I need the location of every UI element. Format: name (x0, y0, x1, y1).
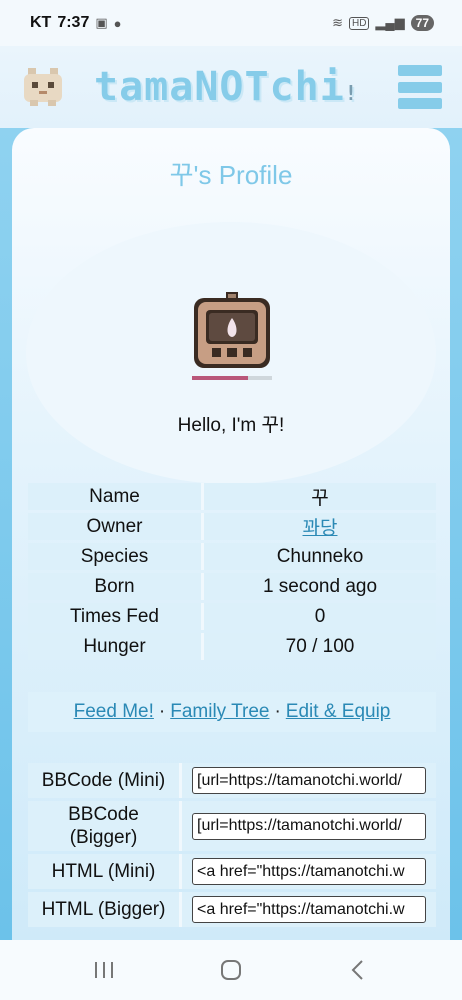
home-button[interactable] (211, 950, 251, 990)
info-row-born: Born 1 second ago (28, 573, 436, 600)
hd-network-label: HD (348, 16, 370, 30)
menu-bar-icon (398, 98, 442, 109)
site-header: tamaNOTchi! (0, 46, 462, 128)
info-value: 꽈당 (204, 513, 436, 540)
code-cell (182, 801, 436, 851)
wifi-icon: ≋ (332, 15, 343, 30)
logo-text: tamaNOTchi (94, 64, 345, 110)
chat-bubble-icon: ● (113, 15, 122, 31)
info-value: 1 second ago (204, 573, 436, 600)
code-row: BBCode (Bigger) (28, 801, 436, 851)
carrier-label: KT (30, 14, 52, 31)
info-value: Chunneko (204, 543, 436, 570)
code-cell (182, 763, 436, 798)
info-label: Owner (28, 513, 204, 540)
info-row-owner: Owner 꽈당 (28, 513, 436, 540)
code-row: HTML (Bigger) (28, 892, 436, 927)
back-button[interactable] (338, 950, 378, 990)
logo-suffix: ! (344, 81, 358, 105)
page-title: 꾸's Profile (169, 160, 293, 190)
info-label: Species (28, 543, 204, 570)
info-row-species: Species Chunneko (28, 543, 436, 570)
embed-codes-table: BBCode (Mini)BBCode (Bigger)HTML (Mini)H… (28, 760, 436, 930)
menu-bar-icon (398, 81, 442, 93)
battery-indicator: 77 (410, 15, 434, 31)
code-row: HTML (Mini) (28, 854, 436, 889)
code-field[interactable] (192, 812, 426, 840)
pet-actions-bar: Feed Me! · Family Tree · Edit & Equip (28, 692, 436, 732)
info-value: 꾸 (204, 483, 436, 510)
code-label: HTML (Mini) (28, 854, 182, 889)
signal-icon: ▂▄▆ (375, 15, 405, 30)
separator: · (158, 701, 166, 722)
separator: · (274, 701, 281, 722)
code-cell (182, 892, 436, 927)
info-value: 70 / 100 (204, 633, 436, 660)
code-field[interactable] (192, 767, 426, 794)
code-label: BBCode (Mini) (28, 763, 182, 798)
menu-button[interactable] (398, 65, 442, 109)
code-cell (182, 854, 436, 889)
code-row: BBCode (Mini) (28, 763, 436, 798)
menu-bar-icon (398, 65, 442, 76)
owner-link[interactable]: 꽈당 (303, 518, 338, 539)
back-icon (351, 960, 364, 980)
recent-apps-button[interactable] (84, 950, 124, 990)
info-row-name: Name 꾸 (28, 483, 436, 510)
code-label: HTML (Bigger) (28, 892, 182, 927)
home-icon (220, 960, 241, 980)
feed-me-link[interactable]: Feed Me! (74, 701, 154, 723)
info-label: Times Fed (28, 603, 204, 630)
status-bar: KT 7:37 ▣ ● ≋ HD ▂▄▆ 77 (0, 0, 462, 46)
pet-info-table: Name 꾸 Owner 꽈당 Species Chunneko Born 1 second … (28, 480, 436, 663)
code-field[interactable] (192, 858, 426, 885)
recent-apps-icon (94, 962, 113, 978)
info-value: 0 (204, 603, 436, 630)
status-time: 7:37 (57, 14, 90, 31)
code-field[interactable] (192, 896, 426, 923)
edit-equip-link[interactable]: Edit & Equip (286, 701, 391, 723)
pet-sprite[interactable] (192, 292, 272, 386)
family-tree-link[interactable]: Family Tree (170, 701, 269, 723)
hunger-bar-fill (192, 376, 248, 380)
info-label: Born (28, 573, 204, 600)
info-row-times-fed: Times Fed 0 (28, 603, 436, 630)
pet-greeting: Hello, I'm 꾸! (177, 415, 285, 436)
info-label: Hunger (28, 633, 204, 660)
code-label: BBCode (Bigger) (28, 801, 182, 851)
site-logo[interactable]: tamaNOTchi! (94, 64, 358, 110)
android-nav-bar (0, 940, 462, 1000)
pet-logo-icon[interactable] (20, 64, 66, 110)
screenshot-icon: ▣ (95, 15, 108, 30)
info-label: Name (28, 483, 204, 510)
info-row-hunger: Hunger 70 / 100 (28, 633, 436, 660)
